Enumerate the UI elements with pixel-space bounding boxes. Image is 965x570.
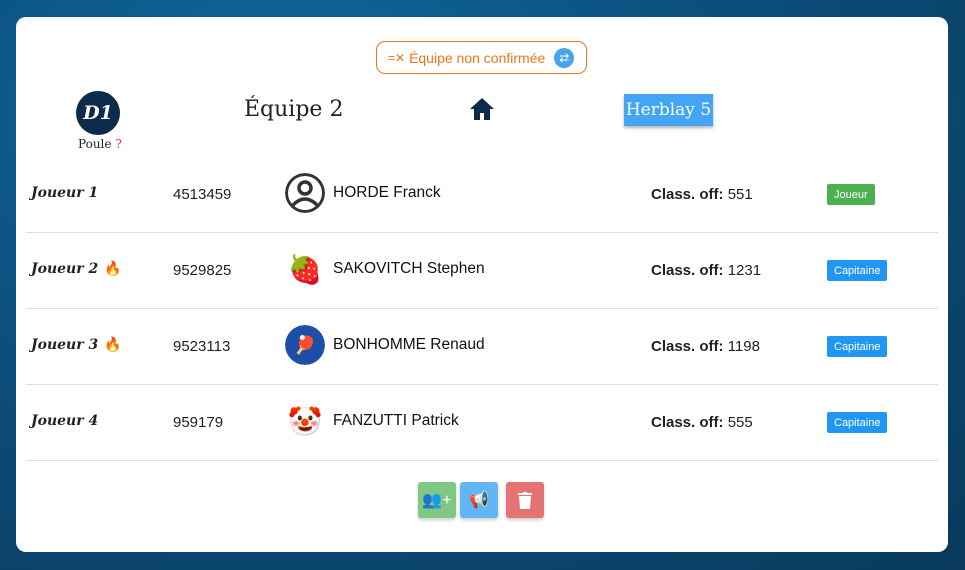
role-badge: Capitaine [827, 412, 888, 433]
player-slot-label: Joueur 1 [31, 185, 99, 201]
team-card: =✕ Équipe non confirmée ⇄ D1 Poule ? Équ… [16, 17, 948, 552]
player-license: 9523113 [173, 338, 231, 355]
player-name[interactable]: BONHOMME Renaud [333, 336, 485, 354]
megaphone-icon: 📢 [469, 492, 489, 509]
player-license: 9529825 [173, 262, 232, 279]
player-row: Joueur 3 🔥 9523113 🏓 BONHOMME Renaud Clas… [26, 309, 938, 385]
avatar: 🍓 [287, 253, 323, 285]
avatar: 🤡 [287, 405, 323, 437]
division-badge: D1 [76, 91, 120, 135]
player-row: Joueur 2 🔥 9529825 🍓 SAKOVITCH Stephen Cl… [26, 233, 938, 309]
team-name: Équipe 2 [244, 97, 344, 122]
delete-button[interactable] [506, 482, 544, 518]
notify-button[interactable]: 📢 [460, 482, 498, 518]
player-license: 4513459 [173, 186, 232, 203]
player-slot-label: Joueur 2 🔥 [31, 261, 122, 277]
player-ranking: Class. off: 1198 [651, 338, 760, 355]
player-row: Joueur 4 959179 🤡 FANZUTTI Patrick Class… [26, 385, 938, 461]
swap-icon[interactable]: ⇄ [554, 47, 575, 68]
trash-icon [518, 491, 532, 509]
add-player-button[interactable]: 👥+ [418, 482, 456, 518]
player-name[interactable]: FANZUTTI Patrick [333, 412, 459, 430]
player-name[interactable]: HORDE Franck [333, 184, 441, 202]
player-row: Joueur 1 4513459 HORDE Franck Class. off… [26, 157, 938, 233]
flame-icon: 🔥 [104, 337, 122, 353]
player-ranking: Class. off: 555 [651, 414, 753, 431]
avatar: 🏓 [285, 325, 325, 365]
player-license: 959179 [173, 414, 224, 431]
home-icon [470, 98, 494, 120]
unconfirmed-icon: =✕ [388, 50, 406, 65]
status-label: Équipe non confirmée [409, 49, 546, 66]
role-badge: Capitaine [827, 260, 888, 281]
player-name[interactable]: SAKOVITCH Stephen [333, 260, 485, 278]
avatar [285, 173, 325, 213]
player-slot-label: Joueur 3 🔥 [31, 337, 122, 353]
poule-label: Poule ? [78, 137, 122, 151]
user-plus-icon: 👥+ [422, 492, 452, 509]
role-badge: Capitaine [827, 336, 888, 357]
flame-icon: 🔥 [104, 261, 122, 277]
role-badge: Joueur [827, 184, 875, 205]
status-badge[interactable]: =✕ Équipe non confirmée ⇄ [376, 41, 587, 74]
player-ranking: Class. off: 1231 [651, 262, 762, 279]
opponent-button[interactable]: Herblay 5 [624, 94, 713, 126]
player-ranking: Class. off: 551 [651, 186, 753, 203]
player-slot-label: Joueur 4 [31, 413, 99, 429]
